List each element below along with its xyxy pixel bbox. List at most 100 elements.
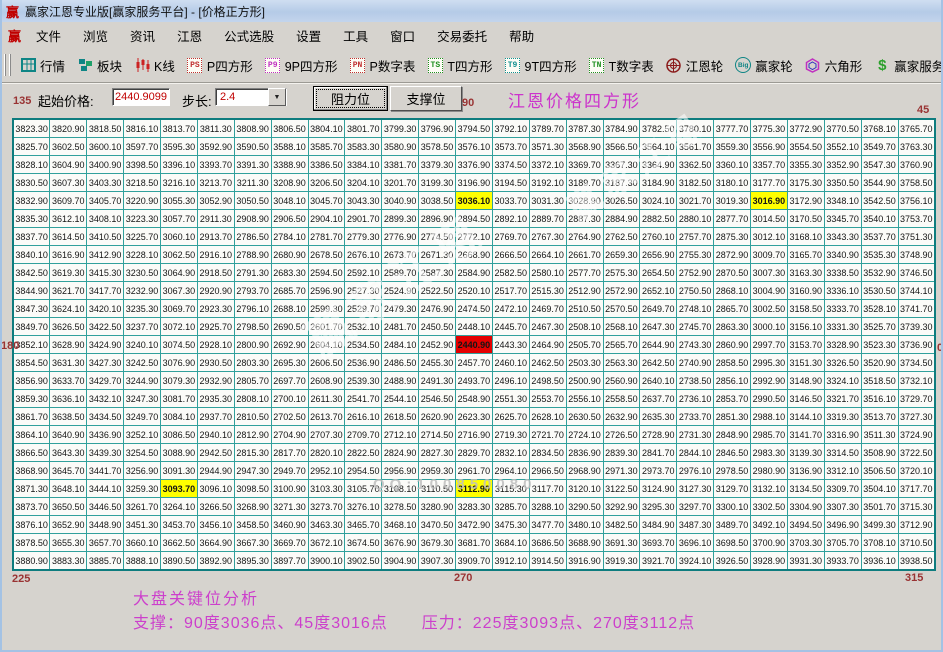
- grid-cell: 2529.70: [345, 300, 382, 318]
- menu-item-6[interactable]: 工具: [332, 23, 379, 48]
- grid-cell: 3616.90: [50, 246, 87, 264]
- grid-cell: 3432.10: [87, 390, 124, 408]
- menu-item-7[interactable]: 窗口: [379, 23, 426, 48]
- grid-cell: 3787.30: [566, 119, 603, 138]
- grid-cell: 3928.90: [751, 552, 788, 571]
- grid-cell: 3566.50: [603, 138, 640, 156]
- grid-cell: 2532.10: [345, 318, 382, 336]
- combo-dropdown-icon[interactable]: ▼: [268, 88, 286, 106]
- toolbar-button-gann-wheel[interactable]: 江恩轮: [666, 56, 724, 75]
- grid-cell: 2884.90: [603, 210, 640, 228]
- grid-cell: 3261.70: [124, 498, 161, 516]
- grid-cell: 2810.50: [234, 408, 271, 426]
- grid-cell: 3828.10: [13, 156, 50, 174]
- grid-cell: 3151.30: [787, 354, 824, 372]
- grid-cell: 2671.30: [419, 246, 456, 264]
- grid-cell: 3842.50: [13, 264, 50, 282]
- support-button[interactable]: 支撑位: [390, 86, 462, 111]
- grid-cell: 3108.10: [382, 480, 419, 498]
- toolbar-button-9p-square[interactable]: P99P四方形: [265, 56, 338, 75]
- grid-cell: 2587.30: [419, 264, 456, 282]
- grid-cell: 2604.10: [308, 336, 345, 354]
- grid-cell: 3158.50: [787, 300, 824, 318]
- step-combobox[interactable]: 2.4 ▼: [215, 88, 287, 106]
- grid-cell: 3705.70: [824, 534, 861, 552]
- menu-item-8[interactable]: 交易委托: [426, 23, 498, 48]
- grid-cell: 3914.50: [529, 552, 566, 571]
- grid-cell: 3115.30: [492, 480, 529, 498]
- grid-cell: 2520.10: [456, 282, 493, 300]
- angle-label-0: 0: [937, 342, 943, 354]
- toolbar-button-winner-wheel[interactable]: Big赢家轮: [735, 56, 793, 75]
- toolbar-button-t-square[interactable]: TST四方形: [427, 56, 492, 75]
- grid-cell: 3523.30: [861, 336, 898, 354]
- grid-cell: 3264.10: [161, 498, 198, 516]
- menu-item-3[interactable]: 江恩: [166, 23, 213, 48]
- grid-cell: 3348.10: [824, 192, 861, 210]
- grid-cell: 3645.70: [50, 462, 87, 480]
- menu-item-5[interactable]: 设置: [285, 23, 332, 48]
- grid-cell: 2805.70: [234, 372, 271, 390]
- grid-cell: 3883.30: [50, 552, 87, 571]
- grid-cell: 3904.90: [382, 552, 419, 571]
- grid-cell: 2654.50: [640, 264, 677, 282]
- grid-cell: 3436.90: [87, 426, 124, 444]
- grid-cell: 2774.50: [419, 228, 456, 246]
- menu-item-4[interactable]: 公式选股: [213, 23, 285, 48]
- resistance-button-label: 阻力位: [331, 89, 370, 108]
- menu-item-9[interactable]: 帮助: [498, 23, 545, 48]
- grid-cell: 2992.90: [751, 372, 788, 390]
- toolbar-button-sectors[interactable]: 板块: [77, 56, 122, 75]
- hexagon-icon: [805, 57, 821, 73]
- grid-cell: 3232.90: [124, 282, 161, 300]
- grid-cell: 2625.70: [492, 408, 529, 426]
- toolbar-button-winner-service[interactable]: $赢家服务: [874, 56, 943, 75]
- resistance-button[interactable]: 阻力位: [313, 86, 388, 111]
- angle-label-135: 135: [13, 95, 31, 107]
- grid-cell: 3273.70: [308, 498, 345, 516]
- grid-cell: 2839.30: [603, 444, 640, 462]
- grid-cell: 3367.30: [603, 156, 640, 174]
- grid-cell: 3739.30: [898, 318, 935, 336]
- grid-cell: 3237.70: [124, 318, 161, 336]
- grid-cell: 3789.70: [529, 119, 566, 138]
- grid-cell: 2498.50: [529, 372, 566, 390]
- grid-cell: 3184.90: [640, 174, 677, 192]
- grid-cell: 2704.90: [271, 426, 308, 444]
- grid-cell: 3480.10: [566, 516, 603, 534]
- grid-cell: 3388.90: [271, 156, 308, 174]
- toolbar-button-p-square[interactable]: PSP四方形: [187, 56, 253, 75]
- child-window-icon: 赢: [8, 26, 21, 45]
- grid-cell: 2841.70: [640, 444, 677, 462]
- grid-cell: 3729.70: [898, 390, 935, 408]
- grid-cell: 2853.70: [714, 390, 751, 408]
- grid-cell: 3266.50: [197, 498, 234, 516]
- grid-cell: 2635.30: [640, 408, 677, 426]
- start-price-input[interactable]: [112, 88, 170, 106]
- toolbar-button-kline[interactable]: K线: [134, 56, 175, 75]
- grid-cell: 3717.70: [898, 480, 935, 498]
- grid-cell: 3048.10: [271, 192, 308, 210]
- grid-cell: 3463.30: [308, 516, 345, 534]
- grid-cell: 3830.50: [13, 174, 50, 192]
- grid-cell: 3873.70: [13, 498, 50, 516]
- toolbar-button-t-table[interactable]: TNT数字表: [589, 56, 654, 75]
- grid-cell: 3804.10: [308, 119, 345, 138]
- grid-cell: 3892.90: [197, 552, 234, 571]
- grid-cell: 2786.50: [234, 228, 271, 246]
- grid-cell: 3204.10: [345, 174, 382, 192]
- toolbar-button-p-table[interactable]: PNP数字表: [350, 56, 416, 75]
- menu-item-2[interactable]: 资讯: [119, 23, 166, 48]
- grid-cell: 3700.90: [751, 534, 788, 552]
- grid-cell: 3441.70: [87, 462, 124, 480]
- grid-cell: 3458.50: [234, 516, 271, 534]
- menu-item-1[interactable]: 浏览: [72, 23, 119, 48]
- grid-cell: 2673.70: [382, 246, 419, 264]
- grid-cell: 2548.90: [456, 390, 493, 408]
- toolbar-label-winner-wheel: 赢家轮: [755, 56, 793, 75]
- toolbar-button-9t-square[interactable]: T99T四方形: [505, 56, 577, 75]
- grid-cell: 2640.10: [640, 372, 677, 390]
- toolbar-button-quotes[interactable]: 行情: [20, 56, 65, 75]
- menu-item-0[interactable]: 文件: [25, 23, 72, 48]
- toolbar-button-hexagon[interactable]: 六角形: [805, 56, 863, 75]
